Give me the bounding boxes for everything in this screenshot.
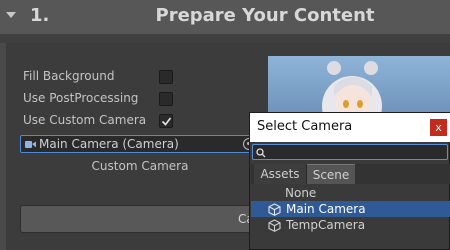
fill-background-label: Fill Background bbox=[23, 69, 115, 83]
camera-object-field[interactable]: Main Camera (Camera) bbox=[20, 135, 260, 153]
list-item-label: Main Camera bbox=[286, 202, 366, 216]
header-shadow bbox=[0, 34, 450, 43]
tab-scene[interactable]: Scene bbox=[307, 164, 355, 184]
tab-bar: Assets Scene bbox=[251, 164, 450, 184]
search-icon bbox=[256, 148, 266, 158]
avatar-preview-icon bbox=[322, 61, 382, 118]
tab-assets[interactable]: Assets bbox=[254, 164, 307, 184]
use-custom-camera-label: Use Custom Camera bbox=[23, 113, 147, 127]
list-item-label: TempCamera bbox=[286, 218, 366, 232]
list-item-main-camera[interactable]: Main Camera bbox=[251, 201, 450, 217]
list-item-temp-camera[interactable]: TempCamera bbox=[251, 217, 450, 233]
camera-icon bbox=[25, 141, 36, 148]
use-postprocessing-label: Use PostProcessing bbox=[23, 91, 139, 105]
custom-camera-label: Custom Camera bbox=[91, 159, 189, 173]
checkmark-icon bbox=[161, 117, 172, 126]
select-camera-dialog: Select Camera x Assets Scene None Main C… bbox=[249, 112, 450, 250]
use-custom-camera-checkbox[interactable] bbox=[159, 114, 173, 128]
gameobject-cube-icon bbox=[268, 203, 281, 216]
camera-preview-image bbox=[268, 56, 450, 118]
list-item-none[interactable]: None bbox=[251, 185, 450, 201]
dialog-title: Select Camera bbox=[257, 119, 353, 134]
fill-background-checkbox[interactable] bbox=[159, 70, 173, 84]
close-button[interactable]: x bbox=[430, 119, 447, 136]
gameobject-cube-icon bbox=[268, 219, 281, 232]
camera-field-value: Main Camera (Camera) bbox=[39, 137, 179, 151]
list-item-label: None bbox=[285, 186, 317, 200]
dialog-title-bar: Select Camera x bbox=[250, 113, 450, 142]
use-postprocessing-checkbox[interactable] bbox=[159, 92, 173, 106]
section-header[interactable]: 1. Prepare Your Content bbox=[0, 0, 450, 34]
search-input[interactable] bbox=[252, 144, 448, 160]
section-title: Prepare Your Content bbox=[155, 5, 375, 26]
